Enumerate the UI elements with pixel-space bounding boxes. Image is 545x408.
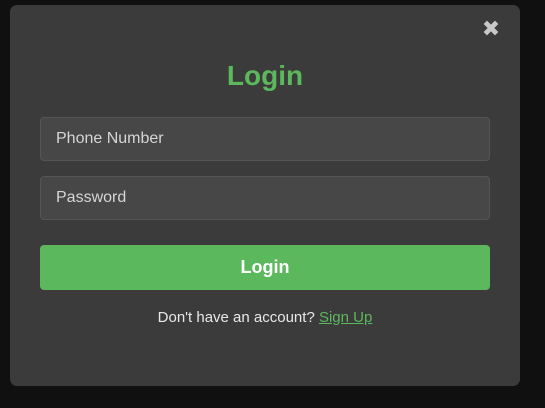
modal-title: Login (226, 60, 304, 91)
phone-number-input[interactable] (40, 117, 490, 161)
login-modal: ✖ Login Login Don't have an account? Sig… (10, 5, 520, 386)
signup-prompt-text: Don't have an account? (157, 309, 315, 326)
password-input[interactable] (40, 176, 490, 220)
close-icon[interactable]: ✖ (481, 19, 501, 41)
login-button[interactable]: Login (40, 245, 490, 290)
signup-link[interactable]: Sign Up (319, 309, 372, 326)
modal-backdrop: ✖ Login Login Don't have an account? Sig… (0, 0, 545, 408)
signup-prompt-row: Don't have an account? Sign Up (10, 309, 520, 326)
